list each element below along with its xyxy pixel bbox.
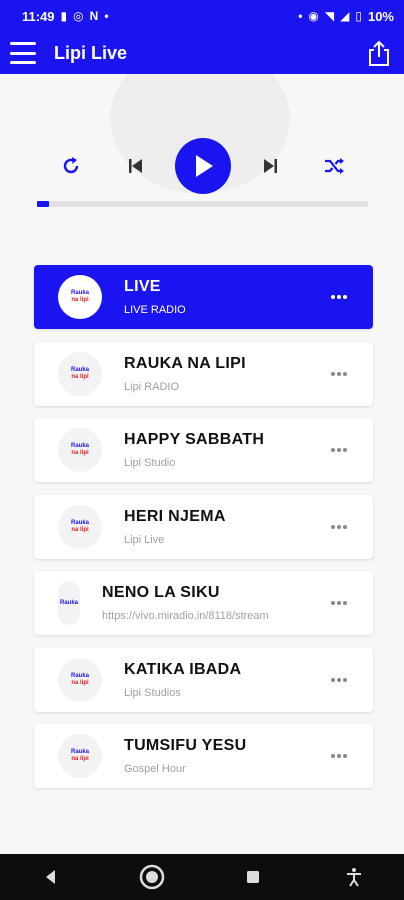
logo-text: Rauka [70,672,89,679]
station-logo: Rauka na lipi [58,275,102,319]
station-item[interactable]: Rauka na lipi LIVE LIVE RADIO [34,265,373,329]
status-bar: 11:49 ▮ ◎ N • • ◉ ◥ ◢ ▯ 10% [0,0,404,32]
station-subtitle: Lipi Studios [124,686,181,699]
station-title: LIVE [124,278,161,295]
back-icon [45,870,55,884]
station-title: HAPPY SABBATH [124,431,265,448]
play-button[interactable] [175,138,231,194]
dot-icon: • [298,9,303,23]
station-title: RAUKA NA LIPI [124,354,246,372]
home-icon [139,864,164,890]
accessibility-icon [346,868,361,887]
more-options-icon[interactable] [331,677,351,682]
notification-icon: N [89,9,99,23]
status-right: • ◉ ◥ ◢ ▯ 10% [298,9,394,24]
logo-subtext: na lipi [71,756,89,762]
station-subtitle: Lipi Live [124,533,165,546]
accessibility-button[interactable] [334,857,374,897]
station-item[interactable]: Rauka na lipi KATIKA IBADA Lipi Studios [34,647,373,712]
status-time: 11:49 [22,8,55,24]
logo-text: Rauka [59,599,78,606]
play-icon [196,155,213,177]
wifi-icon: ◥ [324,9,335,23]
station-title: KATIKA IBADA [124,660,242,678]
logo-subtext: na lipi [71,526,89,533]
station-item[interactable]: Rauka na lipi HAPPY SABBATH Lipi Studio [34,418,373,482]
station-list: Rauka na lipi LIVE LIVE RADIO Rauka na lip… [34,265,373,801]
station-logo: Rauka na lipi [58,504,102,549]
back-button[interactable] [31,857,71,897]
logo-text: Rauka [70,366,89,373]
more-options-icon[interactable] [331,295,351,299]
logo-subtext: na lipi [71,679,89,686]
menu-icon[interactable] [10,42,36,64]
shuffle-icon[interactable] [323,155,345,177]
player-controls [0,138,404,196]
app-bar: Lipi Live [0,32,404,74]
status-left: 11:49 ▮ ◎ N • [22,9,109,24]
battery-percent: 10% [367,8,394,24]
next-icon[interactable] [261,156,279,176]
battery-icon: ▯ [355,9,362,23]
progress-bar[interactable] [37,201,368,207]
system-nav-bar [0,854,404,900]
logo-text: Rauka [70,443,89,449]
station-item[interactable]: Rauka na lipi RAUKA NA LIPI Lipi RADIO [34,341,373,406]
station-logo: Rauka [58,581,80,625]
station-subtitle: LIVE RADIO [124,304,186,316]
station-subtitle: Gospel Hour [124,763,186,775]
more-options-icon[interactable] [331,371,351,376]
logo-subtext: na lipi [71,297,89,303]
hotspot-icon: ◉ [308,9,319,23]
dot-icon: • [104,9,109,23]
station-logo: Rauka na lipi [58,657,102,702]
station-logo: Rauka na lipi [58,351,102,396]
station-logo: Rauka na lipi [58,734,102,778]
sim-icon: ▮ [60,9,68,23]
logo-subtext: na lipi [71,450,89,456]
station-item[interactable]: Rauka NENO LA SIKU https://vivo.miradio.… [34,571,373,635]
previous-icon[interactable] [127,156,145,176]
station-title: NENO LA SIKU [102,584,220,601]
station-title: TUMSIFU YESU [124,737,247,754]
logo-text: Rauka [70,519,89,526]
station-subtitle: Lipi Studio [124,457,176,469]
logo-text: Rauka [70,290,89,296]
more-options-icon[interactable] [331,524,351,529]
signal-icon: ◢ [340,9,350,23]
station-subtitle: Lipi RADIO [124,380,180,393]
recents-icon [246,871,259,883]
home-button[interactable] [132,857,172,897]
progress-fill [37,201,49,207]
share-icon[interactable] [366,39,392,67]
more-options-icon[interactable] [331,448,351,452]
more-options-icon[interactable] [331,601,351,605]
recents-button[interactable] [233,857,273,897]
more-options-icon[interactable] [331,754,351,758]
station-logo: Rauka na lipi [58,428,102,472]
logo-text: Rauka [70,749,89,755]
repeat-icon[interactable] [60,155,82,177]
station-subtitle: https://vivo.miradio.in/8118/stream [102,610,269,622]
station-item[interactable]: Rauka na lipi TUMSIFU YESU Gospel Hour [34,724,373,788]
logo-subtext: na lipi [71,373,89,380]
whatsapp-icon: ◎ [73,9,84,23]
station-item[interactable]: Rauka na lipi HERI NJEMA Lipi Live [34,494,373,559]
station-title: HERI NJEMA [124,507,226,525]
app-title: Lipi Live [54,42,128,63]
